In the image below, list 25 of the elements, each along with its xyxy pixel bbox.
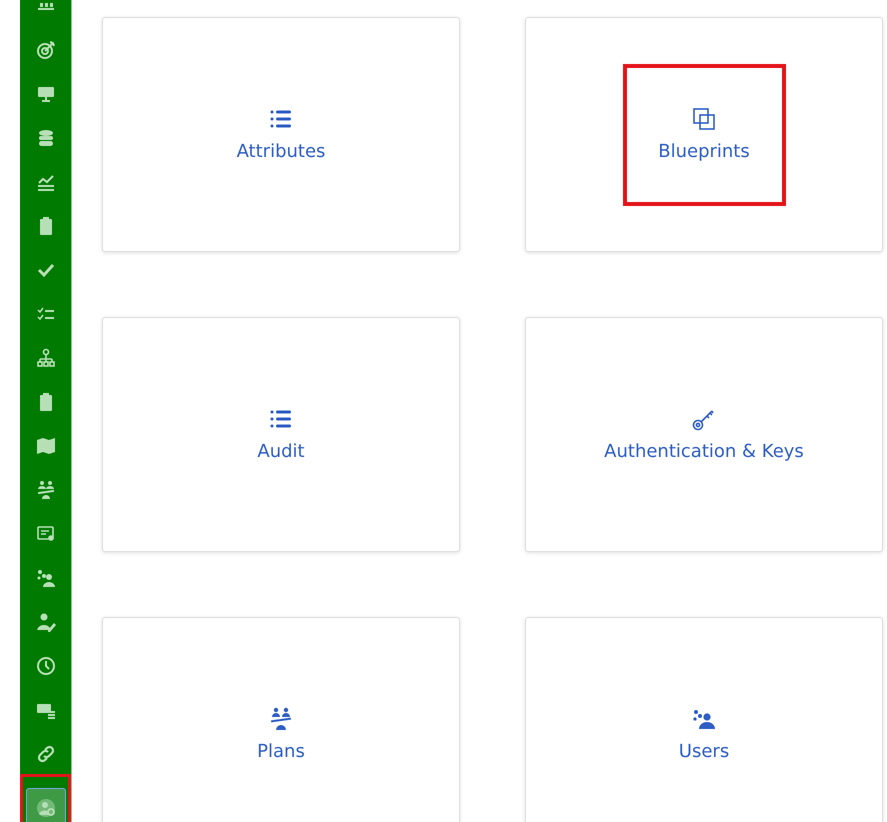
users-icon xyxy=(36,568,56,588)
tile-card[interactable]: Audit xyxy=(102,317,460,552)
tile-card[interactable]: Users xyxy=(525,617,883,822)
tile-card[interactable]: Authentication & Keys xyxy=(525,317,883,552)
tile-label: Users xyxy=(678,741,730,762)
tile-card[interactable]: Plans xyxy=(102,617,460,822)
map-icon xyxy=(36,436,56,456)
sidebar-button[interactable] xyxy=(26,788,66,822)
link-icon xyxy=(36,744,56,764)
hierarchy-icon xyxy=(36,348,56,368)
users-icon xyxy=(692,707,716,731)
copy-icon xyxy=(692,107,716,131)
tile-label: Audit xyxy=(257,441,305,462)
tile-label: Authentication & Keys xyxy=(604,441,804,462)
target-icon xyxy=(36,40,56,60)
people-icon xyxy=(268,707,293,731)
tile-card[interactable]: Attributes xyxy=(102,17,460,252)
monitor-icon xyxy=(36,84,56,104)
tile-label: Attributes xyxy=(236,141,326,162)
clock-icon xyxy=(36,656,56,676)
tile-card[interactable]: Blueprints xyxy=(525,17,883,252)
tile-label: Blueprints xyxy=(658,141,750,162)
tile-label: Plans xyxy=(257,741,305,762)
people-icon xyxy=(36,480,56,500)
user-gear-icon xyxy=(36,798,56,818)
